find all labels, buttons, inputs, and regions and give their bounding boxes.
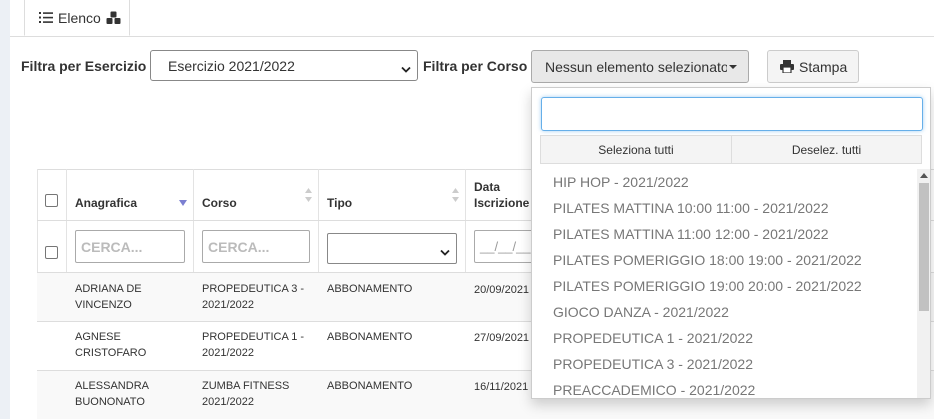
cell-data: 27/09/2021 <box>474 332 530 344</box>
anagrafica-search-placeholder: CERCA... <box>81 238 143 255</box>
chevron-down-icon <box>440 244 450 260</box>
cubes-icon <box>106 11 122 25</box>
header-data-iscrizione-line1[interactable]: Data <box>474 180 500 194</box>
header-tipo[interactable]: Tipo <box>327 196 352 210</box>
dropdown-option[interactable]: PILATES MATTINA 11:00 12:00 - 2021/2022 <box>553 226 829 242</box>
corso-search-input[interactable]: CERCA... <box>202 230 310 263</box>
dropdown-option[interactable]: GIOCO DANZA - 2021/2022 <box>553 304 729 320</box>
header-corso[interactable]: Corso <box>202 196 237 210</box>
cell-corso: ZUMBA FITNESS 2021/2022 <box>202 380 290 408</box>
corso-multiselect-value: Nessun elemento selezionato <box>545 58 727 75</box>
print-button-label: Stampa <box>799 58 848 75</box>
cell-corso: PROPEDEUTICA 3 -2021/2022 <box>202 283 305 311</box>
filter-esercizio-label: Filtra per Esercizio <box>21 58 147 74</box>
cell-anagrafica: ALESSANDRA BUONONATO <box>75 380 149 408</box>
cell-anagrafica: ADRIANA DE VINCENZO <box>75 283 142 311</box>
tab-divider <box>10 36 934 37</box>
select-all-button[interactable]: Seleziona tutti <box>540 135 732 164</box>
deselect-all-label: Deselez. tutti <box>791 142 862 157</box>
dropdown-scrollbar[interactable] <box>917 169 930 398</box>
print-button[interactable]: Stampa <box>767 50 859 83</box>
cell-tipo: ABBONAMENTO <box>327 380 413 392</box>
dropdown-option[interactable]: HIP HOP - 2021/2022 <box>553 174 689 190</box>
cell-anagrafica: AGNESE CRISTOFARO <box>75 331 147 359</box>
sort-desc-icon[interactable] <box>179 194 187 212</box>
tab-elenco[interactable]: Elenco <box>24 0 130 36</box>
filter-corso-label: Filtra per Corso <box>423 58 528 74</box>
cell-tipo: ABBONAMENTO <box>327 331 413 343</box>
select-all-label: Seleziona tutti <box>598 142 674 157</box>
cell-corso: PROPEDEUTICA 1 -2021/2022 <box>202 331 305 359</box>
dropdown-option[interactable]: PILATES POMERIGGIO 19:00 20:00 - 2021/20… <box>553 278 862 294</box>
printer-icon <box>780 60 794 73</box>
cell-tipo: ABBONAMENTO <box>327 283 413 295</box>
scroll-up-arrow-icon[interactable] <box>920 173 928 178</box>
sort-icon[interactable] <box>305 188 312 207</box>
sort-icon[interactable] <box>452 188 459 207</box>
dropdown-option[interactable]: PILATES POMERIGGIO 18:00 19:00 - 2021/20… <box>553 252 862 268</box>
tipo-filter-select[interactable] <box>327 233 457 264</box>
cell-data: 16/11/2021 <box>474 381 529 393</box>
header-data-iscrizione-line2[interactable]: Iscrizione <box>474 196 529 210</box>
caret-down-icon <box>729 65 737 69</box>
esercizio-select-value: Esercizio 2021/2022 <box>168 57 295 74</box>
data-filter-placeholder: __/__/__ <box>480 239 531 254</box>
corso-dropdown-menu: Seleziona tutti Deselez. tutti HIP HOP -… <box>531 87 931 399</box>
dropdown-option[interactable]: PROPEDEUTICA 3 - 2021/2022 <box>553 356 753 372</box>
filter-row-checkbox[interactable] <box>45 246 58 259</box>
deselect-all-button[interactable]: Deselez. tutti <box>731 135 922 164</box>
anagrafica-search-input[interactable]: CERCA... <box>75 230 185 263</box>
chevron-down-icon <box>401 61 411 77</box>
tab-label: Elenco <box>58 9 101 26</box>
dropdown-option[interactable]: PILATES MATTINA 10:00 11:00 - 2021/2022 <box>553 200 829 216</box>
cell-data: 20/09/2021 <box>474 284 530 296</box>
dropdown-option[interactable]: PREACCADEMICO - 2021/2022 <box>553 382 755 398</box>
header-anagrafica[interactable]: Anagrafica <box>75 196 137 210</box>
dropdown-option[interactable]: PROPEDEUTICA 1 - 2021/2022 <box>553 330 753 346</box>
select-all-checkbox[interactable] <box>45 194 58 207</box>
list-ordered-icon <box>39 11 53 24</box>
corso-multiselect-button[interactable]: Nessun elemento selezionato <box>531 50 749 83</box>
dropdown-search-input[interactable] <box>541 97 923 131</box>
esercizio-select[interactable]: Esercizio 2021/2022 <box>150 50 418 81</box>
scrollbar-thumb[interactable] <box>919 183 929 311</box>
corso-search-placeholder: CERCA... <box>208 238 270 255</box>
